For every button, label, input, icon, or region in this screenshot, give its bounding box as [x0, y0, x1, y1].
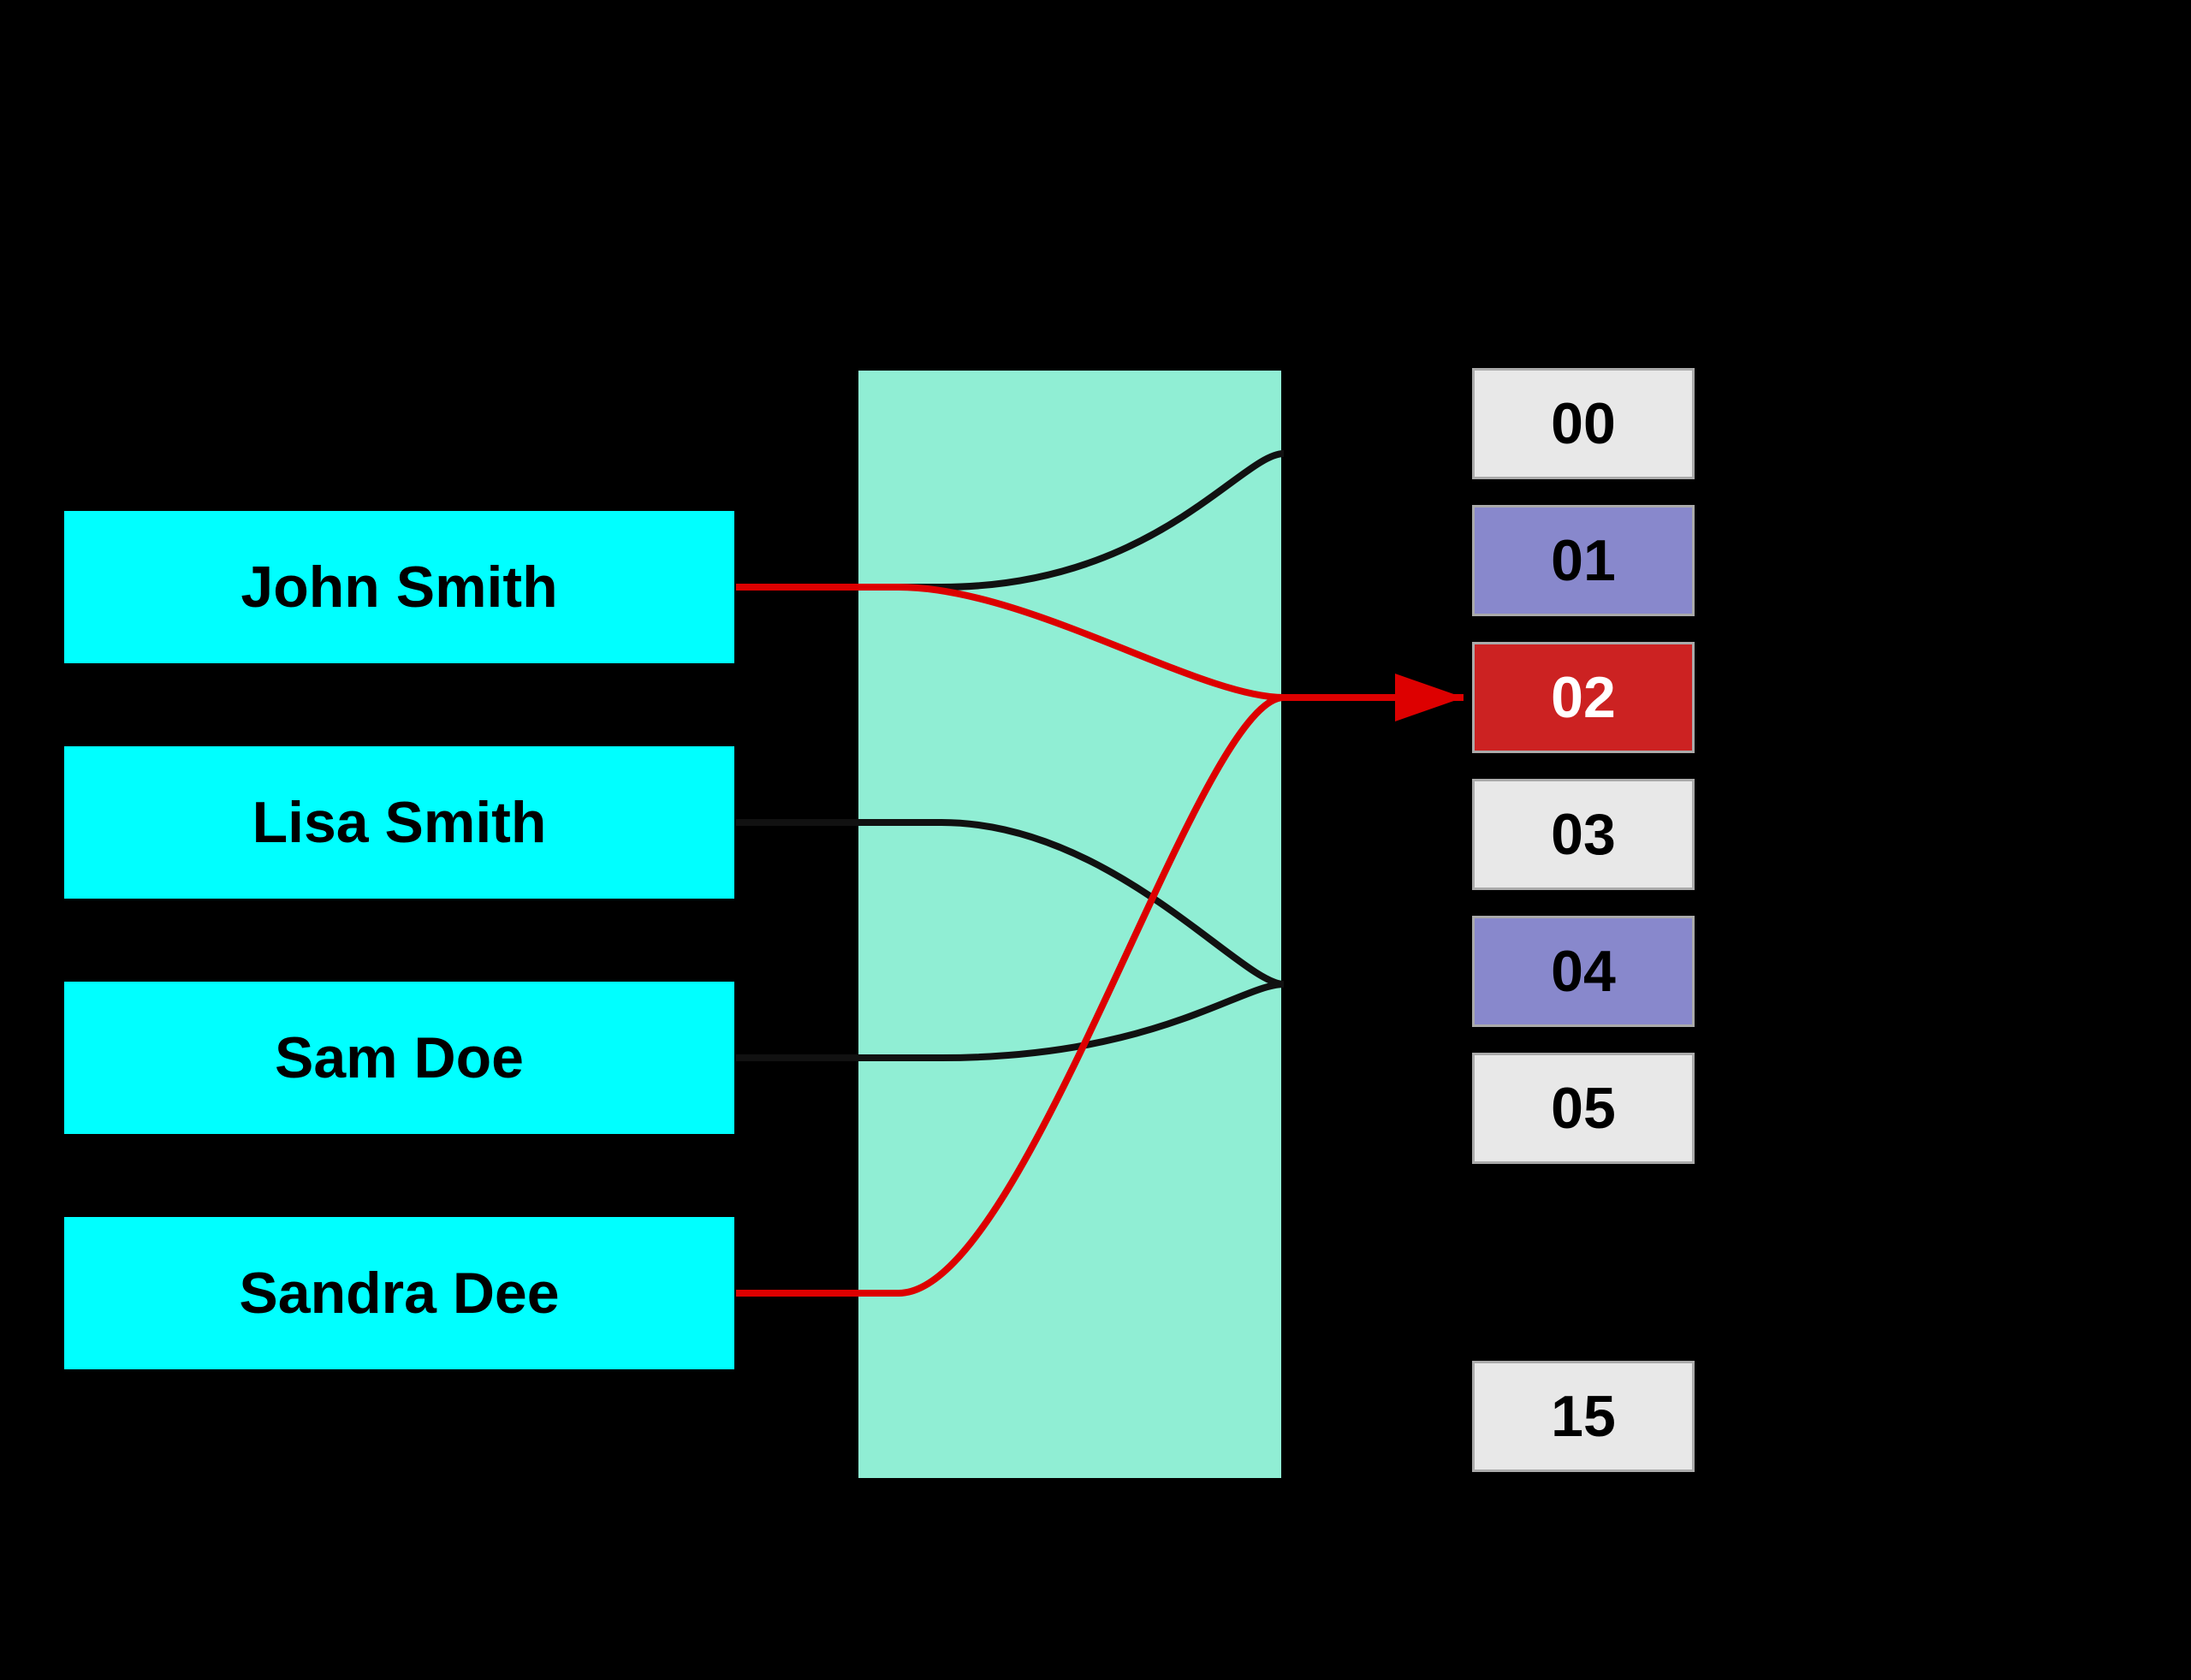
diagram: John Smith Lisa Smith Sam Doe Sandra Dee…	[0, 0, 2191, 1680]
name-lisa-smith: Lisa Smith	[62, 745, 736, 900]
index-05: 05	[1472, 1053, 1695, 1164]
name-sandra-dee: Sandra Dee	[62, 1215, 736, 1371]
name-sam-doe: Sam Doe	[62, 980, 736, 1136]
name-john-smith: John Smith	[62, 509, 736, 665]
index-04: 04	[1472, 916, 1695, 1027]
index-01: 01	[1472, 505, 1695, 616]
index-03: 03	[1472, 779, 1695, 890]
index-02: 02	[1472, 642, 1695, 753]
hash-table-area	[856, 368, 1284, 1481]
index-15: 15	[1472, 1361, 1695, 1472]
index-00: 00	[1472, 368, 1695, 479]
